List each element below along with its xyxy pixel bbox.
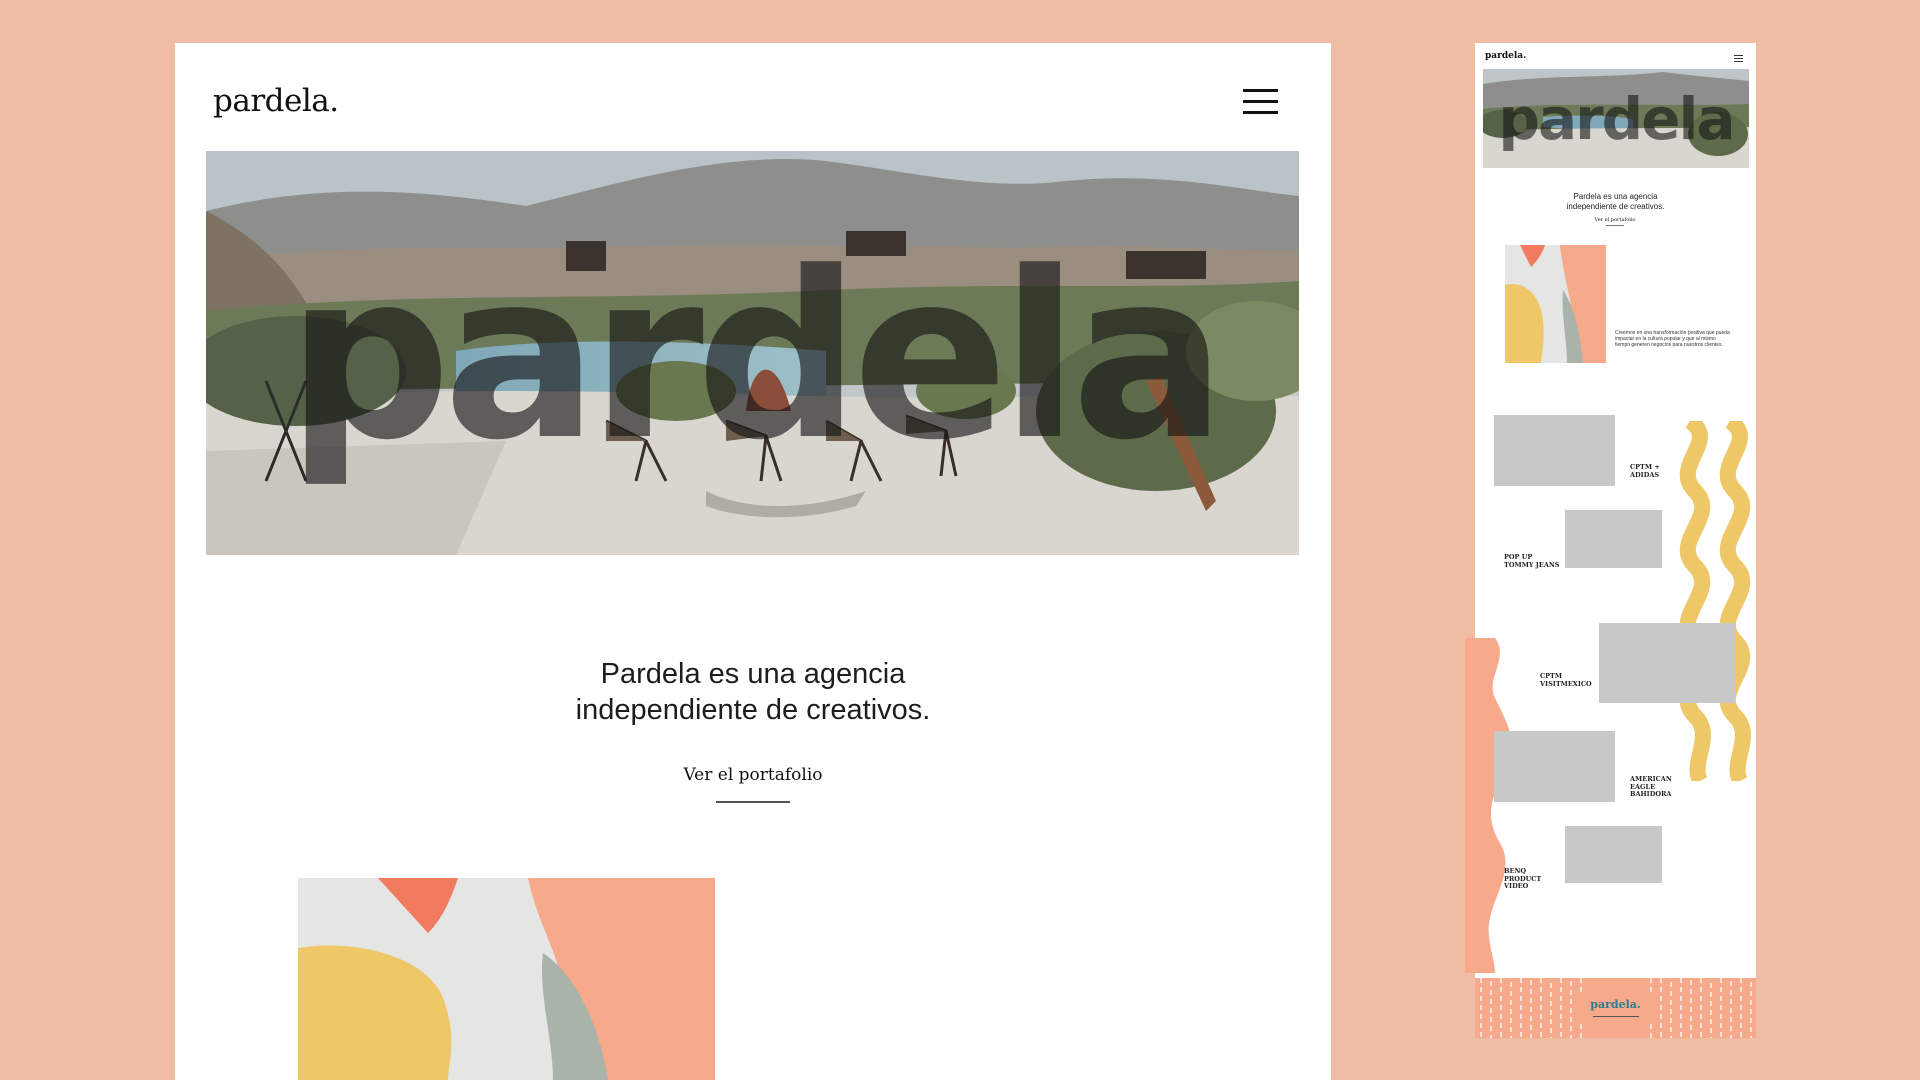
- project-thumbnail[interactable]: [1565, 826, 1662, 883]
- mobile-footer-logo[interactable]: pardela.: [1475, 998, 1756, 1011]
- tagline-line-2: independiente de creativos.: [575, 694, 931, 726]
- orange-wave-decoration: [1465, 638, 1513, 973]
- project-thumbnail[interactable]: [1494, 731, 1615, 802]
- mobile-tagline: Pardela es una agencia independiente de …: [1475, 192, 1756, 212]
- mobile-page: pardela. pardela Pardela es una agencia …: [1465, 43, 1756, 1038]
- project-label[interactable]: CPTM VISITMEXICO: [1540, 672, 1592, 688]
- tagline-line-1: Pardela es una agencia: [600, 658, 906, 690]
- hamburger-menu-icon[interactable]: [1243, 89, 1278, 115]
- mobile-tagline-line-1: Pardela es una agencia: [1573, 192, 1658, 201]
- project-thumbnail[interactable]: [1565, 510, 1662, 568]
- mobile-portfolio-link[interactable]: Ver el portafolio: [1585, 217, 1645, 223]
- mobile-belief-text: Creemos en una transformación positiva q…: [1615, 330, 1730, 348]
- project-label[interactable]: CPTM + ADIDAS: [1630, 463, 1660, 479]
- mobile-hero-image: pardela: [1483, 69, 1749, 168]
- portfolio-link-underline: [716, 801, 790, 803]
- mobile-abstract-artwork: [1505, 245, 1606, 363]
- project-label[interactable]: BENQ PRODUCT VIDEO: [1504, 867, 1541, 891]
- yellow-wave-decoration: [1679, 421, 1751, 781]
- mobile-site-logo[interactable]: pardela.: [1485, 51, 1526, 61]
- project-label[interactable]: POP UP TOMMY JEANS: [1504, 553, 1560, 569]
- project-label[interactable]: AMERICAN EAGLE BAHIDORA: [1630, 775, 1672, 799]
- abstract-artwork: [298, 878, 715, 1080]
- mobile-tagline-line-2: independiente de creativos.: [1566, 202, 1665, 211]
- mobile-footer: pardela.: [1475, 978, 1756, 1038]
- hero-wordmark-overlay: pardela: [286, 224, 1227, 491]
- mobile-hamburger-menu-icon[interactable]: [1734, 55, 1743, 62]
- abstract-shapes-illustration: [298, 878, 715, 1080]
- hero-image: pardela: [206, 151, 1299, 555]
- mobile-abstract-shapes-illustration: [1505, 245, 1606, 363]
- mobile-hero-wordmark-overlay: pardela: [1498, 84, 1735, 153]
- project-thumbnail[interactable]: [1494, 415, 1615, 486]
- desktop-page: pardela. pardela Pardela es una agencia …: [175, 43, 1331, 1080]
- tagline: Pardela es una agencia independiente de …: [175, 656, 1331, 728]
- project-thumbnail[interactable]: [1599, 623, 1735, 703]
- portfolio-link[interactable]: Ver el portafolio: [653, 765, 853, 785]
- mobile-footer-divider: [1593, 1016, 1639, 1017]
- mobile-portfolio-link-underline: [1606, 225, 1624, 226]
- site-logo[interactable]: pardela.: [213, 83, 339, 119]
